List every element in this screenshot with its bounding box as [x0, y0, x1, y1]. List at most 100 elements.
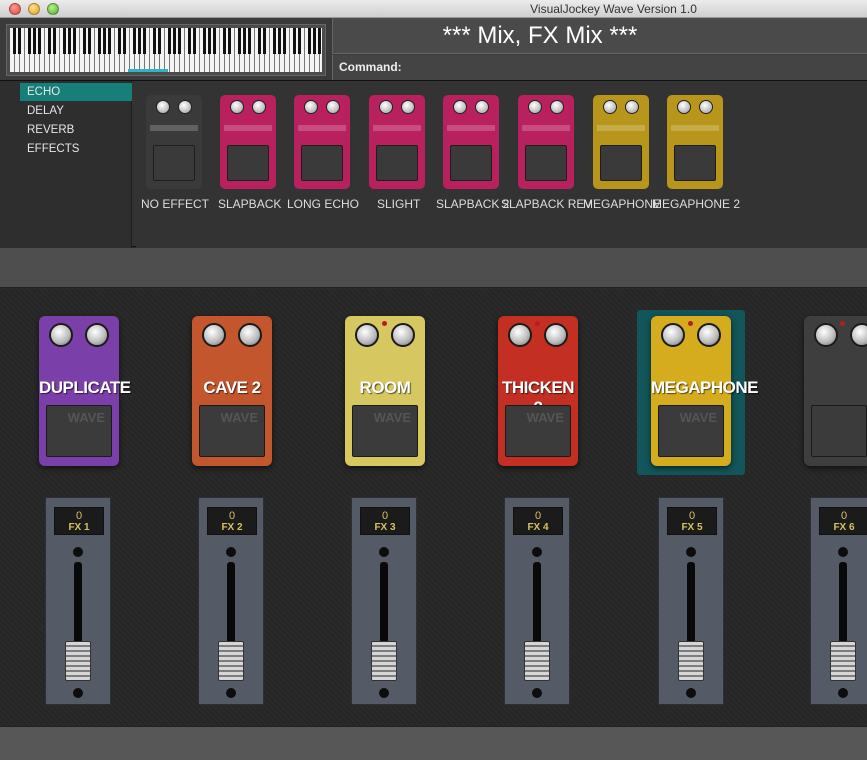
library-pedal-megaphone-2[interactable] [667, 95, 723, 189]
fader-handle[interactable] [65, 641, 91, 681]
led-indicator [688, 321, 693, 326]
library-pedal-megaphone[interactable] [593, 95, 649, 189]
pedal-name: CAVE 2 [203, 378, 261, 397]
fx-pedal-4[interactable]: THICKEN 2 WAVE [498, 316, 578, 466]
fader-handle[interactable] [218, 641, 244, 681]
fader-handle[interactable] [524, 641, 550, 681]
category-echo[interactable]: ECHO [20, 83, 132, 101]
fx-label: FX 5 [681, 522, 703, 533]
library-label: LONG ECHO [287, 197, 360, 211]
led-indicator [382, 321, 387, 326]
library-label: NO EFFECT [141, 197, 209, 211]
library-pedal-slight[interactable] [369, 95, 425, 189]
title-bar: VisualJockey Wave Version 1.0 [0, 0, 867, 18]
stomp-switch[interactable]: WAVE [199, 405, 265, 457]
screw-icon [73, 688, 83, 698]
black-keys[interactable] [10, 28, 322, 55]
pedal-name: ROOM [359, 378, 411, 397]
screw-icon [686, 688, 696, 698]
library-label: SLAPBACK [218, 197, 282, 211]
command-bar: Command: [332, 55, 867, 80]
knob-icon[interactable] [661, 323, 685, 347]
stomp-switch[interactable]: WAVE [352, 405, 418, 457]
screw-icon [838, 688, 848, 698]
library-label: MEGAPHONE 2 [652, 197, 741, 211]
category-effects[interactable]: EFFECTS [20, 140, 132, 158]
screw-icon [226, 547, 236, 557]
pedal-brand: WAVE [67, 410, 105, 425]
knob-icon[interactable] [238, 323, 262, 347]
command-input[interactable] [405, 58, 860, 76]
library-pedal-slapback[interactable] [220, 95, 276, 189]
fx-label: FX 4 [527, 522, 549, 533]
white-keys[interactable] [10, 28, 322, 72]
stomp-switch [153, 145, 195, 181]
fader-channel-3: 0 FX 3 [351, 497, 417, 705]
screw-icon [73, 547, 83, 557]
knob-icon[interactable] [391, 323, 415, 347]
knob-icon [401, 100, 415, 114]
fader-handle[interactable] [830, 641, 856, 681]
knob-icon[interactable] [697, 323, 721, 347]
screw-icon [379, 688, 389, 698]
knob-icon[interactable] [544, 323, 568, 347]
fx-value: 0 [840, 510, 848, 522]
knob-icon [326, 100, 340, 114]
screw-icon [226, 688, 236, 698]
screw-icon [532, 688, 542, 698]
screw-icon [838, 547, 848, 557]
fx-label: FX 2 [221, 522, 243, 533]
mix-title-display: *** Mix, FX Mix *** [332, 18, 867, 54]
pedal-strip [597, 125, 645, 131]
fx-display: 0 FX 1 [54, 507, 104, 535]
knob-icon [379, 100, 393, 114]
knob-icon[interactable] [202, 323, 226, 347]
stomp-switch[interactable] [811, 405, 867, 457]
knob-icon[interactable] [49, 323, 73, 347]
fx-pedal-1[interactable]: DUPLICATE WAVE [39, 316, 131, 466]
library-pedal-no-effect[interactable] [146, 95, 202, 189]
stomp-switch[interactable]: WAVE [46, 405, 112, 457]
pedal-brand: WAVE [679, 410, 717, 425]
fx-value: 0 [75, 510, 83, 522]
stomp-switch [301, 145, 343, 181]
effect-library: ECHO DELAY REVERB EFFECTS NO EFFECT SLAP… [0, 80, 867, 248]
fx-label: FX 1 [68, 522, 90, 533]
knob-icon[interactable] [850, 323, 867, 347]
library-label: SLAPBACK 2 [436, 197, 510, 211]
fx-value: 0 [688, 510, 696, 522]
knob-icon[interactable] [85, 323, 109, 347]
stomp-switch[interactable]: WAVE [658, 405, 724, 457]
fx-pedal-3[interactable]: ROOM WAVE [345, 316, 425, 466]
fx-label: FX 6 [833, 522, 855, 533]
knob-icon [475, 100, 489, 114]
command-label: Command: [339, 60, 402, 74]
library-pedal-slapback-2[interactable] [443, 95, 499, 189]
pedal-strip [224, 125, 272, 131]
fx-pedal-2[interactable]: CAVE 2 WAVE [192, 316, 272, 466]
knob-icon [699, 100, 713, 114]
category-reverb[interactable]: REVERB [20, 121, 132, 139]
fader-handle[interactable] [371, 641, 397, 681]
stomp-switch [376, 145, 418, 181]
library-pedal-slapback-rev[interactable] [518, 95, 574, 189]
fx-value: 0 [228, 510, 236, 522]
fader-handle[interactable] [678, 641, 704, 681]
fx-label: FX 3 [374, 522, 396, 533]
stomp-switch [525, 145, 567, 181]
piano-keyboard[interactable] [6, 24, 326, 76]
pedal-strip [671, 125, 719, 131]
fx-value: 0 [381, 510, 389, 522]
pedal-brand: WAVE [526, 410, 564, 425]
knob-icon [625, 100, 639, 114]
library-pedal-long-echo[interactable] [294, 95, 350, 189]
fx-pedal-6[interactable] [804, 316, 867, 466]
fx-pedal-5[interactable]: MEGAPHONE WAVE [651, 316, 758, 466]
knob-icon [230, 100, 244, 114]
knob-icon[interactable] [508, 323, 532, 347]
knob-icon[interactable] [814, 323, 838, 347]
knob-icon[interactable] [355, 323, 379, 347]
stomp-switch[interactable]: WAVE [505, 405, 571, 457]
fader-channel-4: 0 FX 4 [504, 497, 570, 705]
category-delay[interactable]: DELAY [20, 102, 132, 120]
